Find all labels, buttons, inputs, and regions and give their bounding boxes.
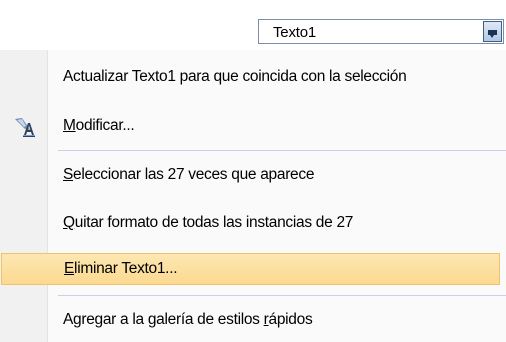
menu-item-modify[interactable]: Modificar...	[0, 110, 506, 142]
menu-separator	[58, 150, 506, 151]
menu-item-label: Agregar a la galería de estilos rápidos	[63, 311, 313, 328]
menu-item-delete-style[interactable]: Eliminar Texto1...	[1, 253, 500, 285]
menu-item-label: Seleccionar las 27 veces que aparece	[63, 166, 315, 183]
menu-item-label: Quitar formato de todas las instancias d…	[63, 214, 354, 231]
menu-item-label: Actualizar Texto1 para que coincida con …	[63, 68, 407, 85]
menu-item-select-all-instances[interactable]: Seleccionar las 27 veces que aparece	[0, 159, 506, 191]
menu-separator	[58, 295, 506, 296]
menu-item-label: Eliminar Texto1...	[64, 260, 178, 277]
menu-icon-gutter	[0, 50, 48, 342]
style-context-menu-screen: Texto1 Actualizar Texto1 para que coinci…	[0, 0, 506, 342]
menu-item-clear-formatting[interactable]: Quitar formato de todas las instancias d…	[0, 207, 506, 239]
style-name-combobox[interactable]: Texto1	[258, 19, 504, 44]
menu-item-update-style[interactable]: Actualizar Texto1 para que coincida con …	[0, 61, 506, 93]
dropdown-arrow-icon	[488, 30, 497, 38]
menu-item-add-to-quick-styles[interactable]: Agregar a la galería de estilos rápidos	[0, 304, 506, 336]
paint-brush-a-icon	[15, 118, 35, 137]
context-menu: Actualizar Texto1 para que coincida con …	[0, 50, 506, 342]
style-name-value: Texto1	[273, 24, 316, 41]
dropdown-button[interactable]	[483, 21, 502, 42]
menu-item-label: Modificar...	[63, 117, 135, 134]
